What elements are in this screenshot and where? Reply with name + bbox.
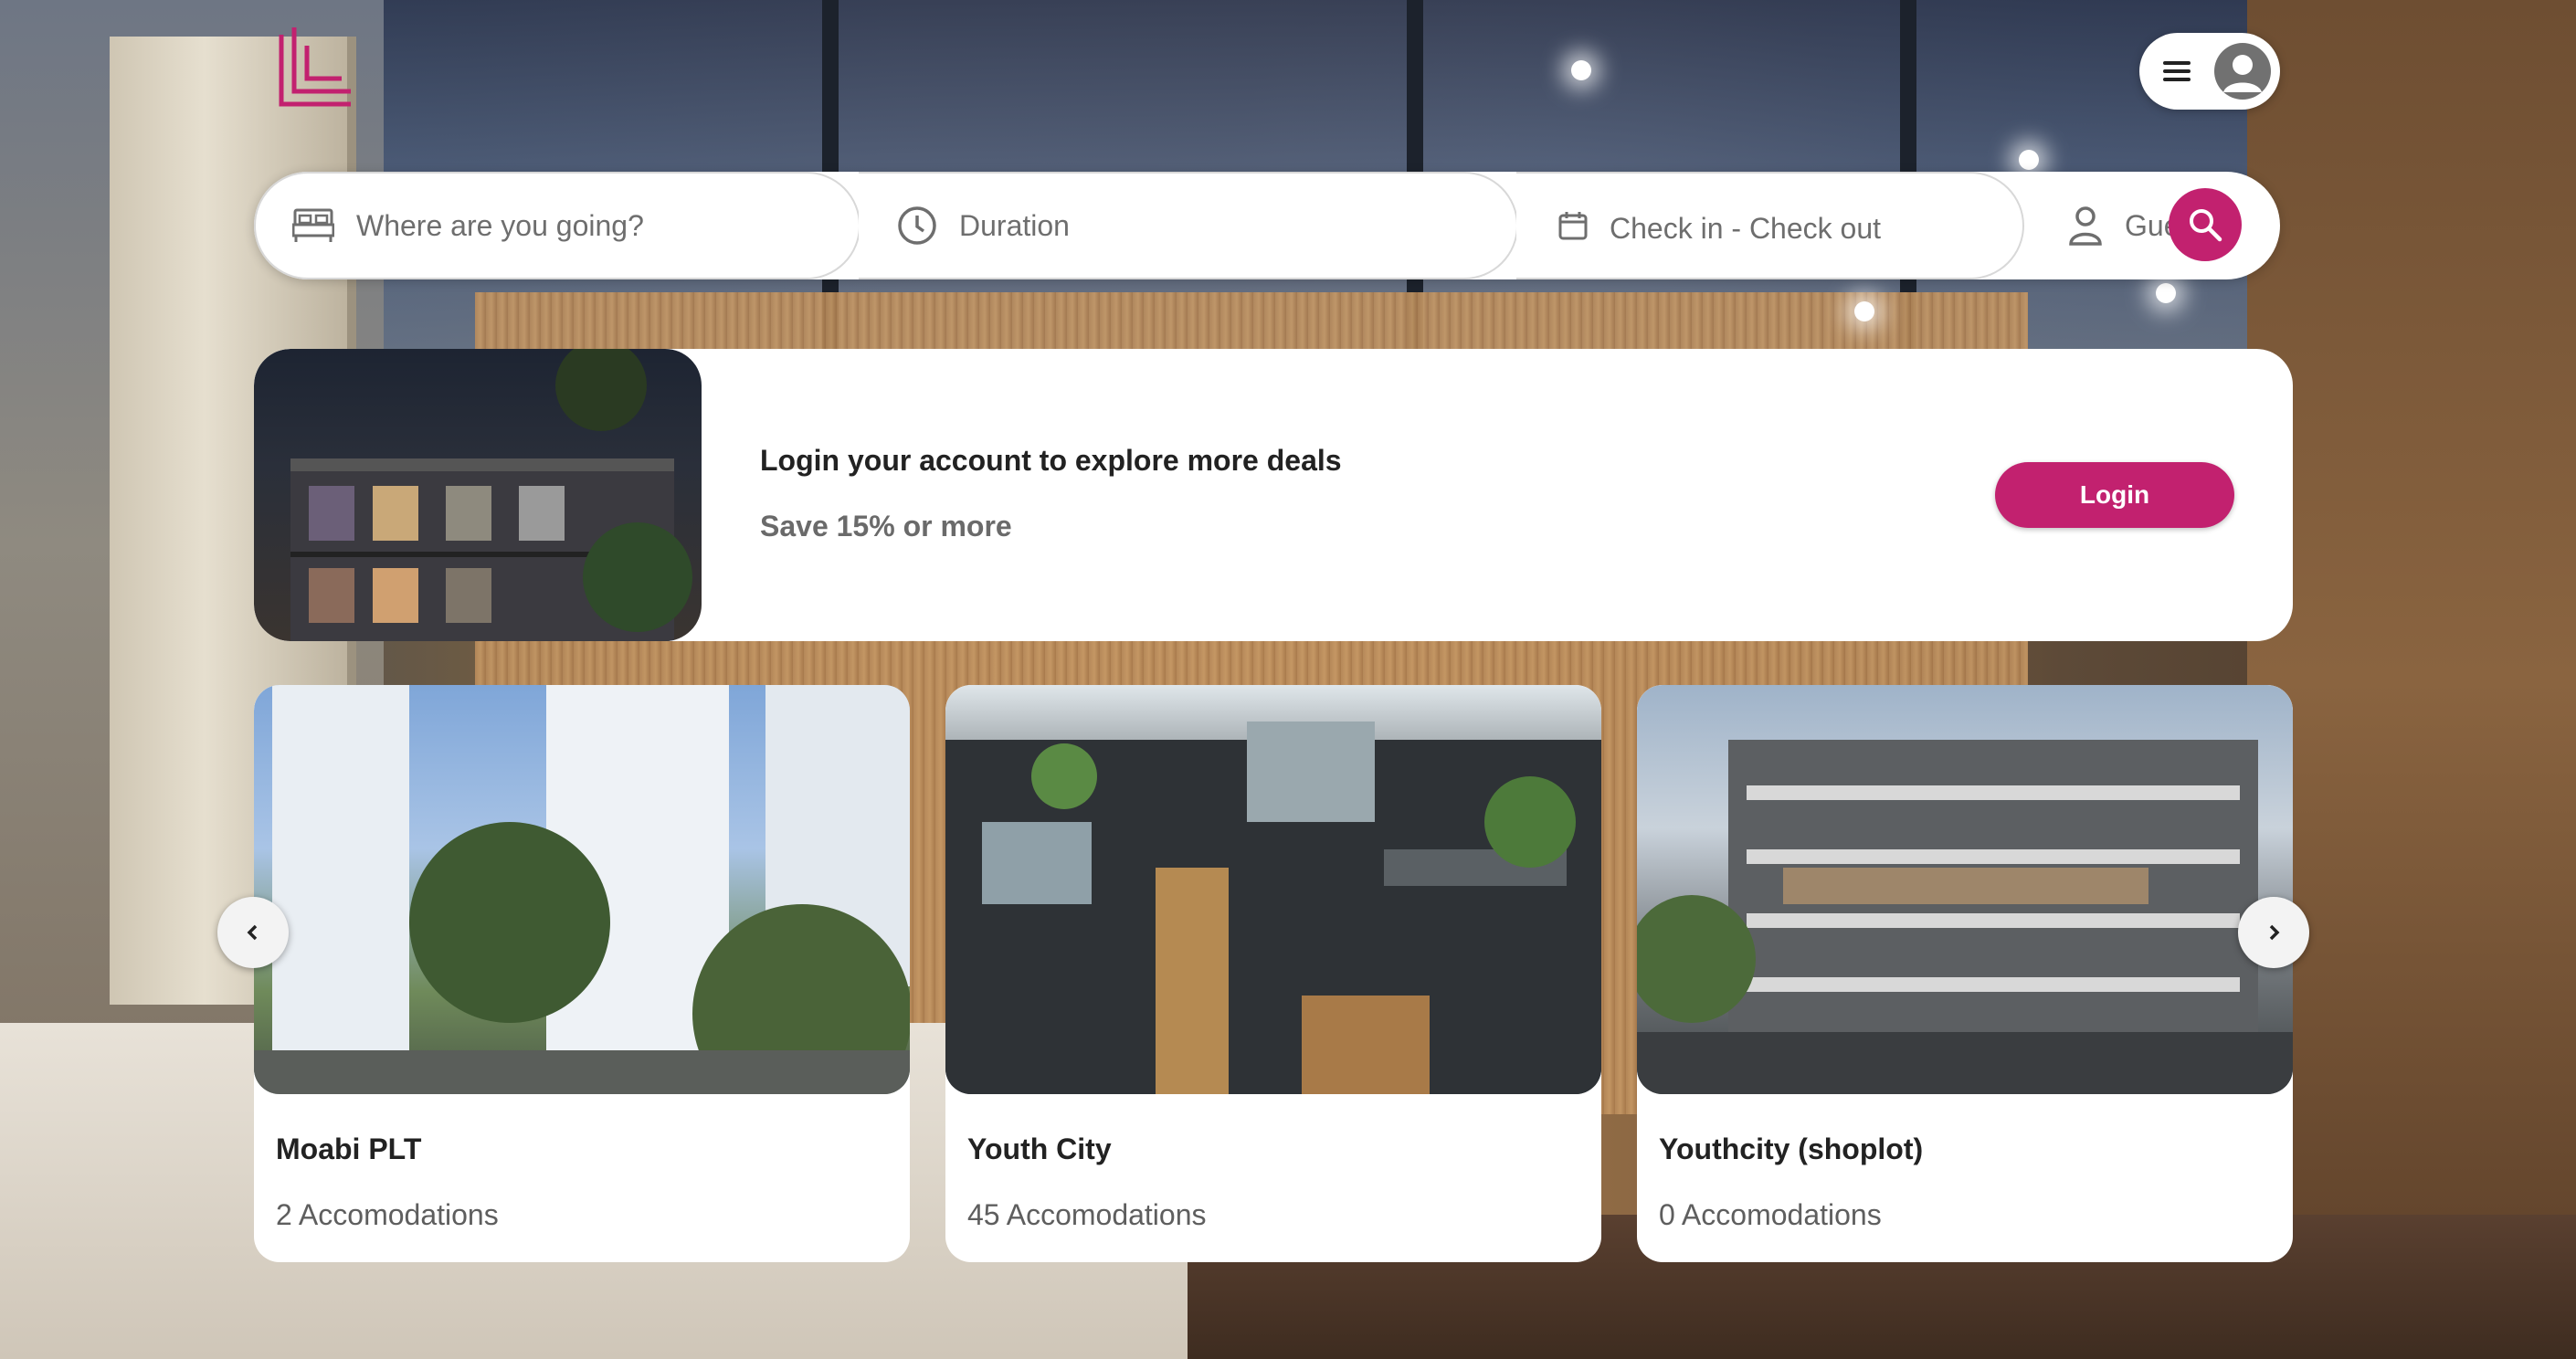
search-bar: Where are you going? Duration Check in -… xyxy=(254,172,2280,279)
chevron-left-icon xyxy=(247,924,258,941)
property-accommodations: 0 Accomodations xyxy=(1659,1198,1882,1231)
LL-logo-icon xyxy=(279,27,351,107)
promo-building-image xyxy=(254,349,702,641)
promo-title: Login your account to explore more deals xyxy=(760,444,1342,477)
property-accommodations: 2 Accomodations xyxy=(276,1198,499,1231)
property-name: Youth City xyxy=(967,1132,1112,1165)
background-light xyxy=(1571,60,1591,80)
property-card[interactable]: Youth City 45 Accomodations xyxy=(945,685,1601,1262)
duration-placeholder: Duration xyxy=(959,208,1070,242)
login-promo-banner: Login your account to explore more deals… xyxy=(254,349,2293,641)
hamburger-icon xyxy=(2163,61,2191,81)
carousel-next-button[interactable] xyxy=(2238,897,2309,968)
property-name: Youthcity (shoplot) xyxy=(1659,1132,1924,1165)
search-icon xyxy=(2190,209,2222,242)
background-light xyxy=(2156,283,2176,303)
carousel-prev-button[interactable] xyxy=(217,897,289,968)
login-button[interactable]: Login xyxy=(1995,462,2234,528)
property-image xyxy=(254,685,910,1094)
promo-subtitle: Save 15% or more xyxy=(760,510,1012,543)
clock-icon xyxy=(898,206,936,245)
property-accommodations: 45 Accomodations xyxy=(967,1198,1207,1231)
background-light xyxy=(2019,150,2039,170)
destination-field[interactable]: Where are you going? xyxy=(254,172,860,279)
background-cabinet xyxy=(2247,0,2576,1359)
date-range-field[interactable]: Check in - Check out xyxy=(1516,172,2024,279)
destination-placeholder: Where are you going? xyxy=(356,208,644,242)
background-light xyxy=(1854,301,1874,321)
duration-field[interactable]: Duration xyxy=(859,172,1518,279)
person-icon xyxy=(2069,206,2102,246)
page: Where are you going? Duration Check in -… xyxy=(0,0,2576,1359)
property-card[interactable]: Moabi PLT 2 Accomodations xyxy=(254,685,910,1262)
search-button[interactable] xyxy=(2169,188,2242,261)
property-image xyxy=(1637,685,2293,1094)
property-image xyxy=(945,685,1601,1094)
calendar-icon xyxy=(1558,212,1588,240)
logo[interactable] xyxy=(274,27,356,111)
user-avatar-icon xyxy=(2214,43,2271,100)
chevron-right-icon xyxy=(2269,924,2280,941)
dates-placeholder: Check in - Check out xyxy=(1610,211,1882,245)
property-card[interactable]: Youthcity (shoplot) 0 Accomodations xyxy=(1637,685,2293,1262)
property-name: Moabi PLT xyxy=(276,1132,422,1165)
bed-icon xyxy=(292,208,334,242)
user-menu-button[interactable] xyxy=(2139,33,2280,110)
